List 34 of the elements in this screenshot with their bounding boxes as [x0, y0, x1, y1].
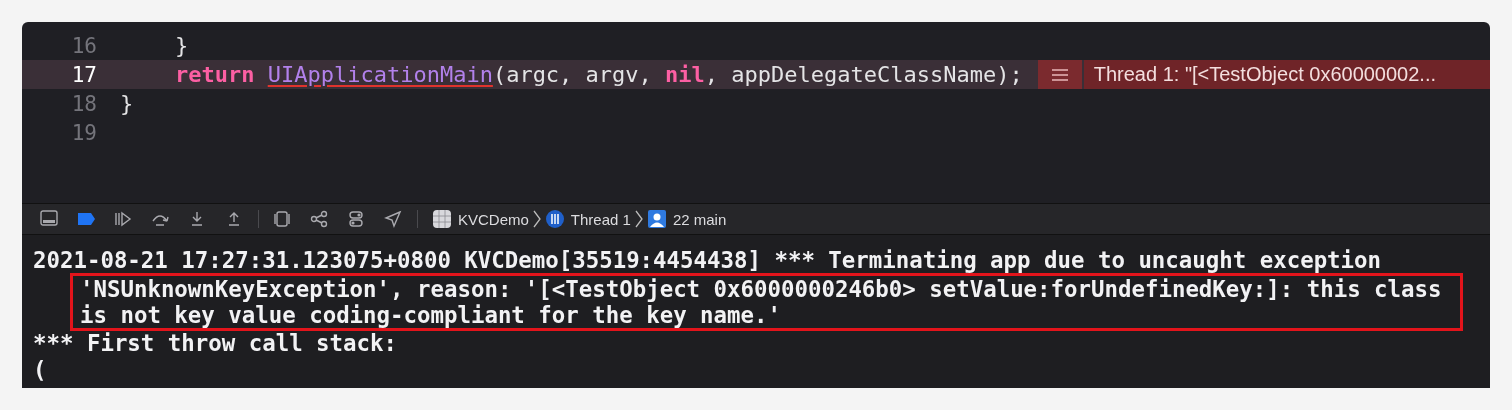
console-line: is not key value coding-compliant for the key name.': [80, 302, 782, 328]
keyword-token: nil: [665, 62, 705, 87]
toggles-icon[interactable]: [347, 210, 365, 228]
function-token[interactable]: UIApplicationMain: [267, 62, 493, 87]
continue-icon[interactable]: [114, 210, 132, 228]
line-number: 17: [70, 62, 97, 87]
hide-console-icon[interactable]: [40, 210, 58, 228]
layers-icon[interactable]: [273, 210, 291, 228]
app-icon: [432, 209, 452, 229]
console-line: (: [33, 357, 48, 384]
chevron-icon: [532, 210, 541, 228]
keyword-token: return: [175, 62, 256, 87]
person-icon: [646, 209, 667, 229]
breadcrumb-item[interactable]: 22 main: [672, 210, 727, 228]
code-text: , appDelegateClassName);: [704, 62, 1023, 87]
breadcrumb-item[interactable]: Thread 1: [570, 210, 631, 228]
issue-toggle-button[interactable]: [1037, 60, 1082, 89]
line-number: 19: [70, 120, 97, 145]
thread-icon: [544, 209, 565, 229]
breakpoint-icon[interactable]: [77, 210, 95, 228]
code-text: }: [175, 33, 189, 58]
breadcrumb-item[interactable]: KVCDemo: [458, 210, 529, 228]
console-line: *** First throw call stack:: [33, 330, 398, 357]
line-number: 18: [70, 91, 97, 116]
console-line: 2021-08-21 17:27:31.123075+0800 KVCDemo[35519:4454438] *** Terminating app due to uncaught exception: [33, 247, 1383, 274]
error-message: Thread 1: "[<TestObject 0x60000002...: [1083, 60, 1490, 89]
chevron-icon: [634, 210, 643, 228]
graph-icon[interactable]: [310, 210, 328, 228]
location-icon[interactable]: [384, 210, 402, 228]
code-text: (argc, argv,: [492, 62, 653, 87]
line-number: 16: [70, 33, 97, 58]
console-line: 'NSUnknownKeyException', reason: '[<TestObject 0x6000000246b0> setValue:forUndefinedKey:]: this class: [80, 276, 1443, 302]
code-text: }: [120, 91, 134, 116]
lines-icon: [1050, 67, 1069, 82]
